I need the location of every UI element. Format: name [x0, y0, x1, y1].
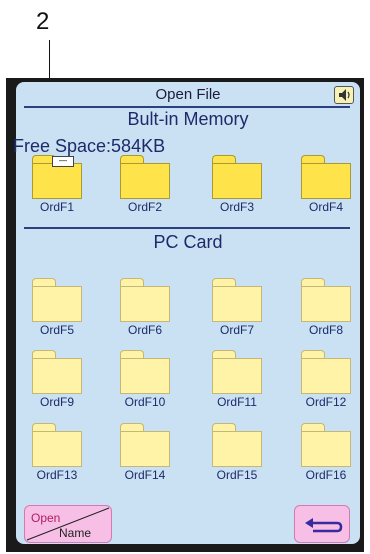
folder-name: OrdF10 [124, 395, 166, 409]
folder-ordf2[interactable]: OrdF2 [116, 155, 174, 219]
device-frame: Open File Bult-in Memory Free Space:584K… [6, 78, 364, 552]
folder-ordf12[interactable]: OrdF12 [297, 350, 355, 414]
open-label: Open [31, 511, 61, 525]
folder-name: OrdF8 [308, 323, 343, 337]
folder-name: OrdF12 [305, 395, 347, 409]
folder-ordf8[interactable]: OrdF8 [297, 278, 355, 342]
folder-name: OrdF11 [217, 395, 257, 409]
folder-name: OrdF9 [39, 395, 74, 409]
folder-ordf9[interactable]: OrdF9 [28, 350, 86, 414]
folder-name: OrdF15 [216, 468, 258, 482]
return-button[interactable] [294, 505, 350, 543]
speaker-icon[interactable] [334, 86, 354, 104]
name-label: Name [59, 526, 92, 540]
folder-name: OrdF5 [39, 323, 74, 337]
folder-ordf14[interactable]: OrdF14 [116, 423, 174, 487]
folder-name: OrdF2 [127, 200, 162, 214]
folder-ordf16[interactable]: OrdF16 [297, 423, 355, 487]
folder-ordf11[interactable]: OrdF11 [208, 350, 266, 414]
return-arrow-icon [305, 518, 343, 533]
folder-name: OrdF6 [127, 323, 162, 337]
folder-name: OrdF3 [219, 200, 254, 214]
folder-ordf6[interactable]: OrdF6 [116, 278, 174, 342]
open-file-screen: Open File Bult-in Memory Free Space:584K… [13, 82, 360, 544]
folder-ordf1[interactable]: — OrdF1 [28, 155, 86, 219]
folder-name: OrdF1 [39, 200, 74, 214]
selection-label-box: — [52, 156, 74, 167]
folder-name: OrdF14 [124, 468, 166, 482]
folder-name: OrdF13 [36, 468, 78, 482]
folder-name: OrdF7 [219, 323, 254, 337]
pc-card-title: PC Card [153, 232, 223, 252]
folder-ordf5[interactable]: OrdF5 [28, 278, 86, 342]
divider-top [24, 106, 350, 108]
screen-title: Open File [155, 86, 221, 103]
folder-ordf10[interactable]: OrdF10 [116, 350, 174, 414]
folder-ordf13[interactable]: OrdF13 [28, 423, 86, 487]
folder-ordf7[interactable]: OrdF7 [208, 278, 266, 342]
divider-middle [24, 227, 350, 229]
builtin-memory-title: Bult-in Memory [127, 109, 249, 129]
folder-name: OrdF16 [305, 468, 347, 482]
free-space-label: Free Space:584KB [13, 136, 166, 156]
folder-name: OrdF4 [308, 200, 343, 214]
open-name-toggle-button[interactable]: Open Name [24, 505, 112, 543]
folder-ordf15[interactable]: OrdF15 [208, 423, 266, 487]
callout-number: 2 [36, 8, 50, 35]
folder-ordf4[interactable]: OrdF4 [297, 155, 355, 219]
folder-ordf3[interactable]: OrdF3 [208, 155, 266, 219]
